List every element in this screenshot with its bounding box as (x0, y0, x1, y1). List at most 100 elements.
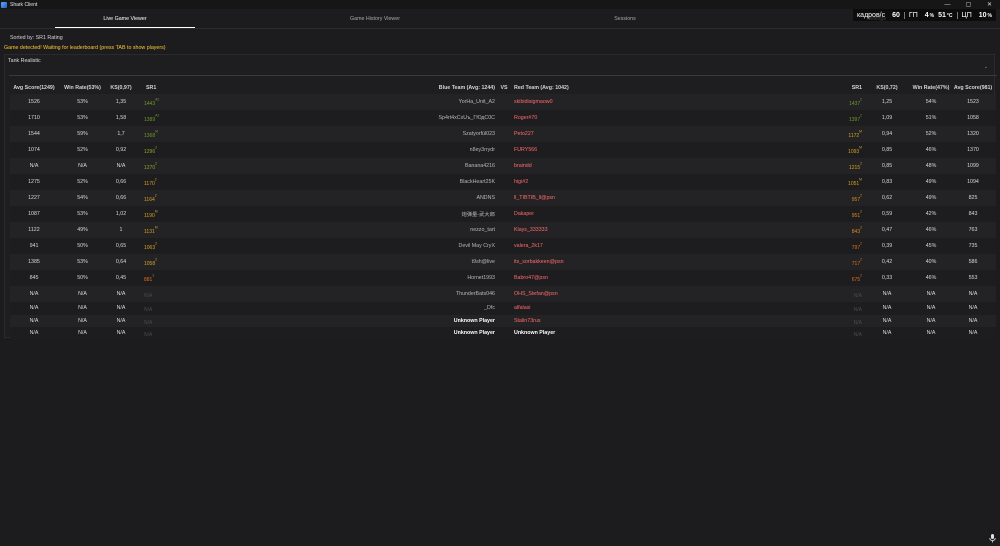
sr1-blue-value: 1443A2 (144, 97, 160, 108)
win-rate-red: 51% (925, 115, 937, 121)
tab-live-game-viewer[interactable]: Live Game Viewer (55, 10, 195, 28)
table-row[interactable]: 845 50% 0,45 8812 Hornet1993 Babro47@psn 6752 0… (10, 270, 996, 286)
avg-score-red: 1094 (967, 179, 979, 185)
table-row[interactable]: 1710 53% 1,58 1389A2 Sp4rt4xCxUъ_ГЮдС0С Roger… (10, 110, 996, 126)
table-row[interactable]: 1227 54% 0,66 11642 ANDNS ll_TIBTIB_ll@psn 957… (10, 190, 996, 206)
win-rate-blue: 53% (77, 259, 88, 265)
blue-player-name[interactable]: YorHa_Unit_A2 (340, 94, 495, 110)
table-row[interactable]: N/A N/A N/A N/A Unknown Player Unknown Player… (10, 327, 996, 340)
red-player-name[interactable]: Peto227 (514, 126, 714, 142)
blue-player-name[interactable]: n8ey3rrydr (340, 142, 495, 158)
red-player-name[interactable]: alfalasi (514, 302, 714, 315)
main-tabs: Live Game Viewer Game History Viewer Ses… (0, 10, 1000, 28)
table-row[interactable]: 1544 59% 1,7 1368M Szatyorfül023 Peto227 1172M… (10, 126, 996, 142)
header-avg-score-blue[interactable]: Avg Score(1249) (10, 82, 58, 94)
header-win-rate-blue[interactable]: Win Rate(53%) (58, 82, 107, 94)
sr1-red-value: 1051M (848, 177, 862, 188)
table-row[interactable]: N/A N/A N/A 12702 Banana4216 braindd 12152 0,85… (10, 158, 996, 174)
blue-player-name[interactable]: t9sh@live (340, 254, 495, 270)
avg-score-red: N/A (968, 330, 978, 337)
red-player-name[interactable]: higi#2 (514, 174, 714, 190)
red-player-name[interactable]: Klays_333333 (514, 222, 714, 238)
table-row[interactable]: N/A N/A N/A N/A ThunderBats046 OHS_Stefan@psn… (10, 286, 996, 302)
win-rate-red: N/A (926, 317, 936, 324)
red-player-name[interactable]: its_sorbakkeen@psn (514, 254, 714, 270)
avg-score-blue: 1227 (28, 195, 40, 201)
sr1-red-value: 13972 (848, 113, 862, 124)
red-player-name[interactable]: Babro47@psn (514, 270, 714, 286)
red-player-name[interactable]: Stalin73rus (514, 315, 714, 328)
blue-player-name[interactable]: Szatyorfül023 (340, 126, 495, 142)
red-player-name[interactable]: Roger#70 (514, 110, 714, 126)
header-sr1-blue[interactable]: SR1 (138, 82, 174, 94)
sr1-red: N/A (830, 286, 866, 302)
microphone-icon[interactable] (988, 534, 997, 543)
table-row[interactable]: 1385 53% 0,64 10582 t9sh@live its_sorbakkeen@… (10, 254, 996, 270)
blue-player-name[interactable]: Unknown Player (340, 315, 495, 328)
table-row[interactable]: 1074 52% 0,92 12962 n8ey3rrydr FURY566 1093M 0,… (10, 142, 996, 158)
header-ks-blue[interactable]: KS(0,97) (107, 82, 135, 94)
avg-score-red: 1523 (967, 99, 979, 105)
tab-game-history-viewer[interactable]: Game History Viewer (305, 10, 445, 28)
sr1-blue-value: 1368M (144, 129, 158, 140)
gpu-temp-unit: °C (946, 12, 953, 19)
avg-score-blue: 1275 (28, 179, 40, 185)
table-row[interactable]: 1087 53% 1,02 1190M 炮弹量-武大郎 Dakaper 9512 0,59 42… (10, 206, 996, 222)
header-avg-score-red[interactable]: Avg Score(981) (950, 82, 996, 94)
avg-score-blue: 1074 (28, 147, 40, 153)
red-player-name[interactable]: ll_TIBTIB_ll@psn (514, 190, 714, 206)
win-rate-red: 40% (925, 259, 937, 265)
blue-player-name[interactable]: Banana4216 (340, 158, 495, 174)
sr1-blue-value: N/A (144, 320, 153, 327)
red-player-name[interactable]: Unknown Player (514, 327, 714, 340)
cpu-label: ЦП (961, 11, 972, 19)
red-player-name[interactable]: braindd (514, 158, 714, 174)
sr1-red: 14372 (830, 94, 866, 110)
sr1-red: N/A (830, 327, 866, 340)
blue-player-name[interactable]: 炮弹量-武大郎 (340, 206, 495, 222)
blue-player-name[interactable]: ANDNS (340, 190, 495, 206)
avg-score-blue: 845 (29, 275, 39, 281)
table-row[interactable]: 941 50% 0,65 10632 Devil May CryX valera_2k17… (10, 238, 996, 254)
red-player-name[interactable]: Dakaper (514, 206, 714, 222)
header-win-rate-red[interactable]: Win Rate(47%) (906, 82, 956, 94)
red-player-name[interactable]: valera_2k17 (514, 238, 714, 254)
chevron-down-icon[interactable]: ⌄ (984, 64, 988, 70)
table-row[interactable]: 1275 52% 0,66 11702 BlackHeart25K higi#2 1051M… (10, 174, 996, 190)
table-row[interactable]: N/A N/A N/A N/A _Dfc alfalasi N/A N/A N/A N/A (10, 302, 996, 315)
blue-player-name[interactable]: Devil May CryX (340, 238, 496, 254)
sr1-red: 9572 (830, 190, 866, 206)
table-row[interactable]: 1122 49% 1 1131M nezzo_tart Klays_333333 8432 0… (10, 222, 996, 238)
close-icon[interactable]: ✕ (979, 0, 1000, 9)
blue-player-name[interactable]: BlackHeart25K (340, 174, 495, 190)
ks-red: 0,83 (881, 179, 893, 185)
red-player-name[interactable]: FURY566 (514, 142, 714, 158)
blue-player-name[interactable]: Sp4rt4xCxUъ_ГЮдС0С (340, 110, 495, 126)
blue-player-name[interactable]: _Dfc (340, 302, 495, 315)
blue-player-name[interactable]: ThunderBats046 (340, 286, 495, 302)
avg-score-red: 1058 (967, 115, 979, 121)
header-sr1-red[interactable]: SR1 (830, 82, 866, 94)
table-row[interactable]: 1526 53% 1,35 1443A2 YorHa_Unit_A2 skibidisig… (10, 94, 996, 110)
blue-player-name[interactable]: Hornet1993 (340, 270, 495, 286)
table-row[interactable]: N/A N/A N/A N/A Unknown Player Stalin73rus N/A… (10, 314, 996, 328)
avg-score-blue: 1544 (28, 131, 40, 137)
ks-blue: N/A (116, 163, 126, 169)
sr1-red: 9512 (830, 206, 866, 222)
avg-score-red: N/A (968, 291, 978, 297)
minimize-icon[interactable]: — (937, 0, 958, 9)
fps-value: 60 (892, 11, 900, 19)
red-player-name[interactable]: OHS_Stefan@psn (514, 286, 714, 302)
ks-blue: 1,7 (117, 131, 125, 137)
sr1-blue-value: 12702 (144, 161, 158, 172)
avg-score-blue: 1122 (28, 227, 40, 233)
maximize-icon[interactable]: ▢ (958, 0, 979, 9)
header-ks-red[interactable]: KS(0,72) (872, 82, 902, 94)
red-player-name[interactable]: skibidisigmaow0 (514, 94, 714, 110)
tab-sessions[interactable]: Sessions (555, 10, 695, 28)
blue-player-name[interactable]: nezzo_tart (340, 222, 495, 238)
ks-red: 0,47 (881, 227, 893, 233)
game-mode-select[interactable]: Tank Realistic (8, 58, 41, 64)
blue-player-name[interactable]: Unknown Player (340, 327, 495, 340)
header-red-team: Red Team (Avg: 1042) (514, 85, 569, 91)
